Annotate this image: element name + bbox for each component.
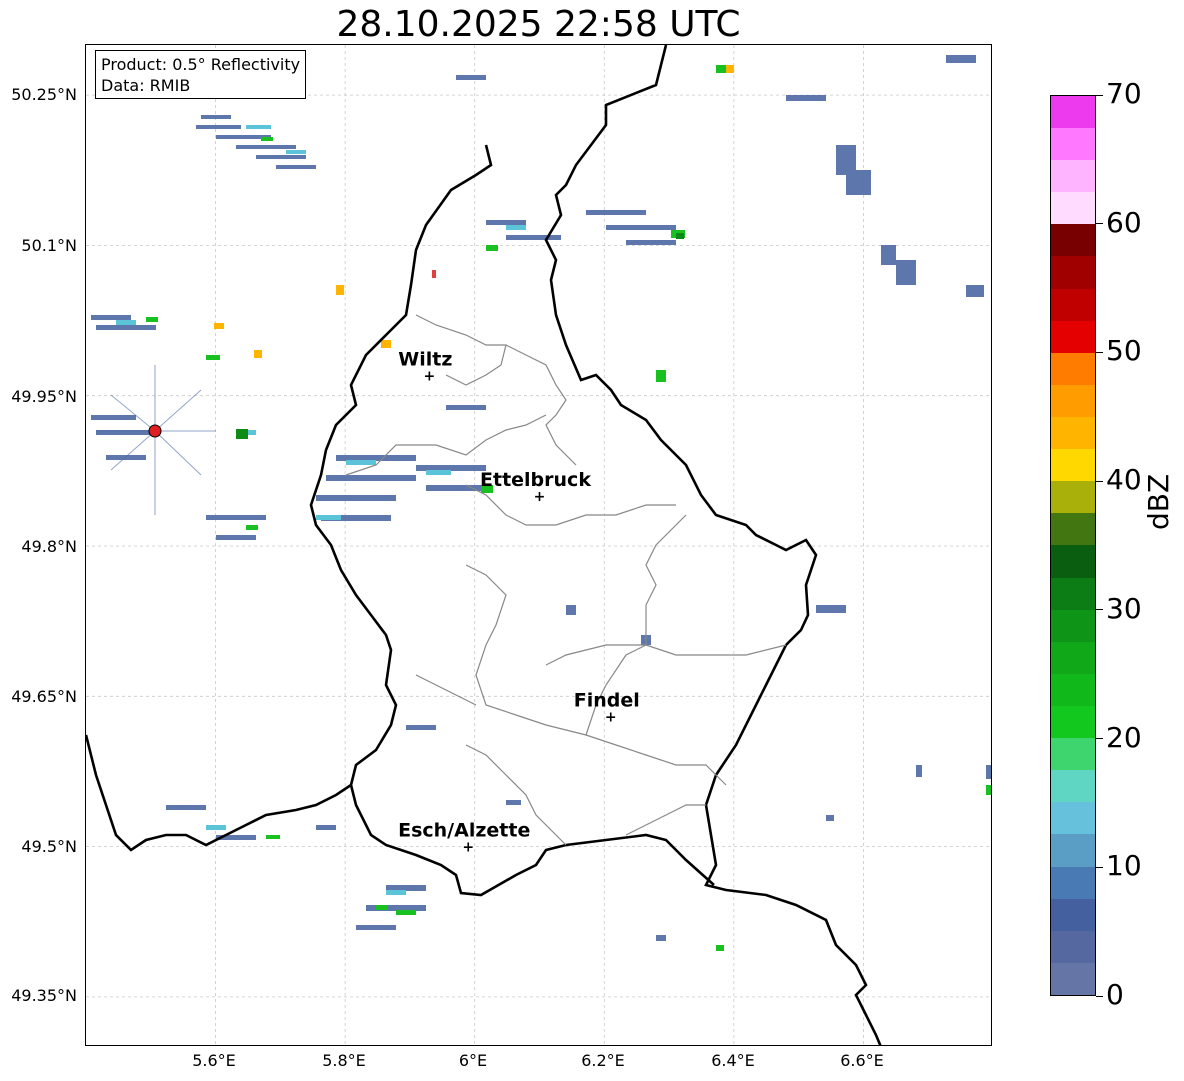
city-marker: + (462, 840, 474, 856)
colorbar-segment (1051, 834, 1095, 867)
city-label: Findel (574, 689, 640, 711)
district-borders (345, 314, 787, 846)
colorbar-segment (1051, 320, 1095, 353)
colorbar-tick-label: 20 (1106, 720, 1142, 754)
city-marker: + (605, 709, 617, 725)
colorbar-segment (1051, 256, 1095, 289)
colorbar-tick-mark (1096, 609, 1103, 611)
city-label: Esch/Alzette (398, 820, 530, 842)
colorbar-tick-label: 30 (1106, 591, 1142, 625)
lat-tick: 49.8°N (21, 537, 77, 556)
colorbar-segment (1051, 770, 1095, 803)
colorbar-tick-label: 50 (1106, 334, 1142, 368)
colorbar-tick-mark (1096, 351, 1103, 353)
colorbar-tick-mark (1096, 94, 1103, 96)
colorbar-segment (1051, 641, 1095, 674)
lat-tick: 49.35°N (11, 986, 77, 1005)
colorbar-tick-mark (1096, 738, 1103, 740)
lon-tick: 5.8°E (322, 1051, 366, 1070)
colorbar-segment (1051, 384, 1095, 418)
colorbar-tick-label: 70 (1106, 77, 1142, 110)
colorbar-unit-label: dBZ (1142, 473, 1175, 530)
radar-map[interactable]: + Wiltz + Ettelbruck + Findel + Esch/Alzette (85, 44, 992, 1046)
colorbar-tick-mark (1096, 995, 1103, 997)
city-markers: +Wiltz+Ettelbruck+Findel+Esch/Alzette (398, 349, 640, 856)
lat-tick: 49.95°N (11, 387, 77, 406)
colorbar-segment (1051, 930, 1095, 963)
colorbar-segment (1051, 288, 1095, 321)
colorbar-segment (1051, 738, 1095, 771)
colorbar-segment (1051, 866, 1095, 899)
gridlines (86, 45, 991, 1045)
city-marker: + (534, 489, 546, 505)
colorbar-tick-mark (1096, 223, 1103, 225)
colorbar-segment (1051, 449, 1095, 482)
colorbar-segment (1051, 962, 1095, 995)
colorbar (1050, 95, 1096, 996)
colorbar-segment (1051, 128, 1095, 161)
colorbar-segment (1051, 224, 1095, 257)
lat-tick: 49.65°N (11, 687, 77, 706)
city-marker: + (423, 369, 435, 385)
colorbar-tick-label: 0 (1106, 978, 1124, 1011)
product-label: Product: 0.5° Reflectivity (101, 55, 301, 74)
colorbar-segment (1051, 609, 1095, 642)
colorbar-segment (1051, 545, 1095, 578)
colorbar-segment (1051, 802, 1095, 835)
colorbar-tick-label: 40 (1106, 463, 1142, 497)
city-label: Ettelbruck (480, 469, 591, 491)
colorbar-segment (1051, 706, 1095, 739)
info-box: Product: 0.5° Reflectivity Data: RMIB (95, 50, 307, 99)
colorbar-tick-mark (1096, 480, 1103, 482)
colorbar-tick-label: 60 (1106, 205, 1142, 239)
lat-tick: 50.1°N (21, 236, 77, 255)
colorbar-segment (1051, 481, 1095, 514)
colorbar-tick-mark (1096, 866, 1103, 868)
colorbar-segment (1051, 673, 1095, 707)
lon-tick: 5.6°E (192, 1051, 236, 1070)
colorbar-segment (1051, 192, 1095, 225)
colorbar-segment (1051, 898, 1095, 931)
data-source-label: Data: RMIB (101, 76, 191, 95)
colorbar-segment (1051, 95, 1095, 129)
colorbar-segment (1051, 577, 1095, 610)
lat-tick: 50.25°N (11, 85, 77, 104)
lon-tick: 6.4°E (711, 1051, 755, 1070)
colorbar-segment (1051, 513, 1095, 546)
chart-title: 28.10.2025 22:58 UTC (336, 4, 741, 45)
map-canvas: +Wiltz+Ettelbruck+Findel+Esch/Alzette (86, 45, 991, 1045)
colorbar-segment (1051, 160, 1095, 193)
lon-tick: 6°E (458, 1051, 488, 1070)
lat-tick: 49.5°N (21, 837, 77, 856)
city-label: Wiltz (398, 349, 452, 371)
lon-tick: 6.2°E (581, 1051, 625, 1070)
lon-tick: 6.6°E (840, 1051, 884, 1070)
colorbar-tick-label: 10 (1106, 849, 1142, 883)
country-border (86, 45, 882, 1045)
radar-site-marker (96, 365, 216, 515)
colorbar-segment (1051, 352, 1095, 385)
colorbar-segment (1051, 417, 1095, 450)
